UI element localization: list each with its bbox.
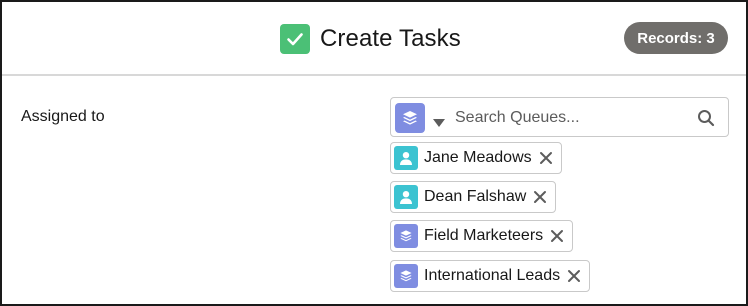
queue-search-combobox[interactable] — [390, 97, 729, 137]
queue-icon — [394, 224, 418, 248]
chevron-down-icon[interactable] — [433, 114, 445, 132]
search-icon[interactable] — [697, 109, 715, 132]
pill-label: International Leads — [424, 267, 561, 284]
pill-label: Jane Meadows — [424, 149, 532, 166]
search-queues-input[interactable] — [455, 105, 685, 131]
checkbox-icon — [280, 24, 310, 54]
user-icon — [394, 185, 418, 209]
panel-header: Create Tasks Records: 3 — [2, 2, 746, 76]
close-icon[interactable] — [533, 190, 547, 204]
close-icon[interactable] — [539, 151, 553, 165]
user-icon — [394, 146, 418, 170]
create-tasks-panel: Create Tasks Records: 3 Assigned to Sear… — [0, 0, 748, 306]
pill-label: Field Marketeers — [424, 227, 544, 244]
page-title: Create Tasks — [320, 25, 461, 52]
pill-label: Dean Falshaw — [424, 188, 527, 205]
assigned-to-label: Assigned to — [21, 108, 105, 125]
records-count-badge: Records: 3 — [624, 22, 728, 54]
assignee-pill-field-marketeers[interactable]: Field Marketeers — [390, 220, 574, 252]
queue-icon — [394, 264, 418, 288]
assignee-pill-jane-meadows[interactable]: Jane Meadows — [390, 142, 562, 174]
assignee-pill-dean-falshaw[interactable]: Dean Falshaw — [390, 181, 557, 213]
close-icon[interactable] — [567, 269, 581, 283]
assignee-pill-international-leads[interactable]: International Leads — [390, 260, 591, 292]
close-icon[interactable] — [550, 229, 564, 243]
title-group: Create Tasks — [280, 22, 461, 56]
queue-type-icon[interactable] — [395, 103, 425, 133]
